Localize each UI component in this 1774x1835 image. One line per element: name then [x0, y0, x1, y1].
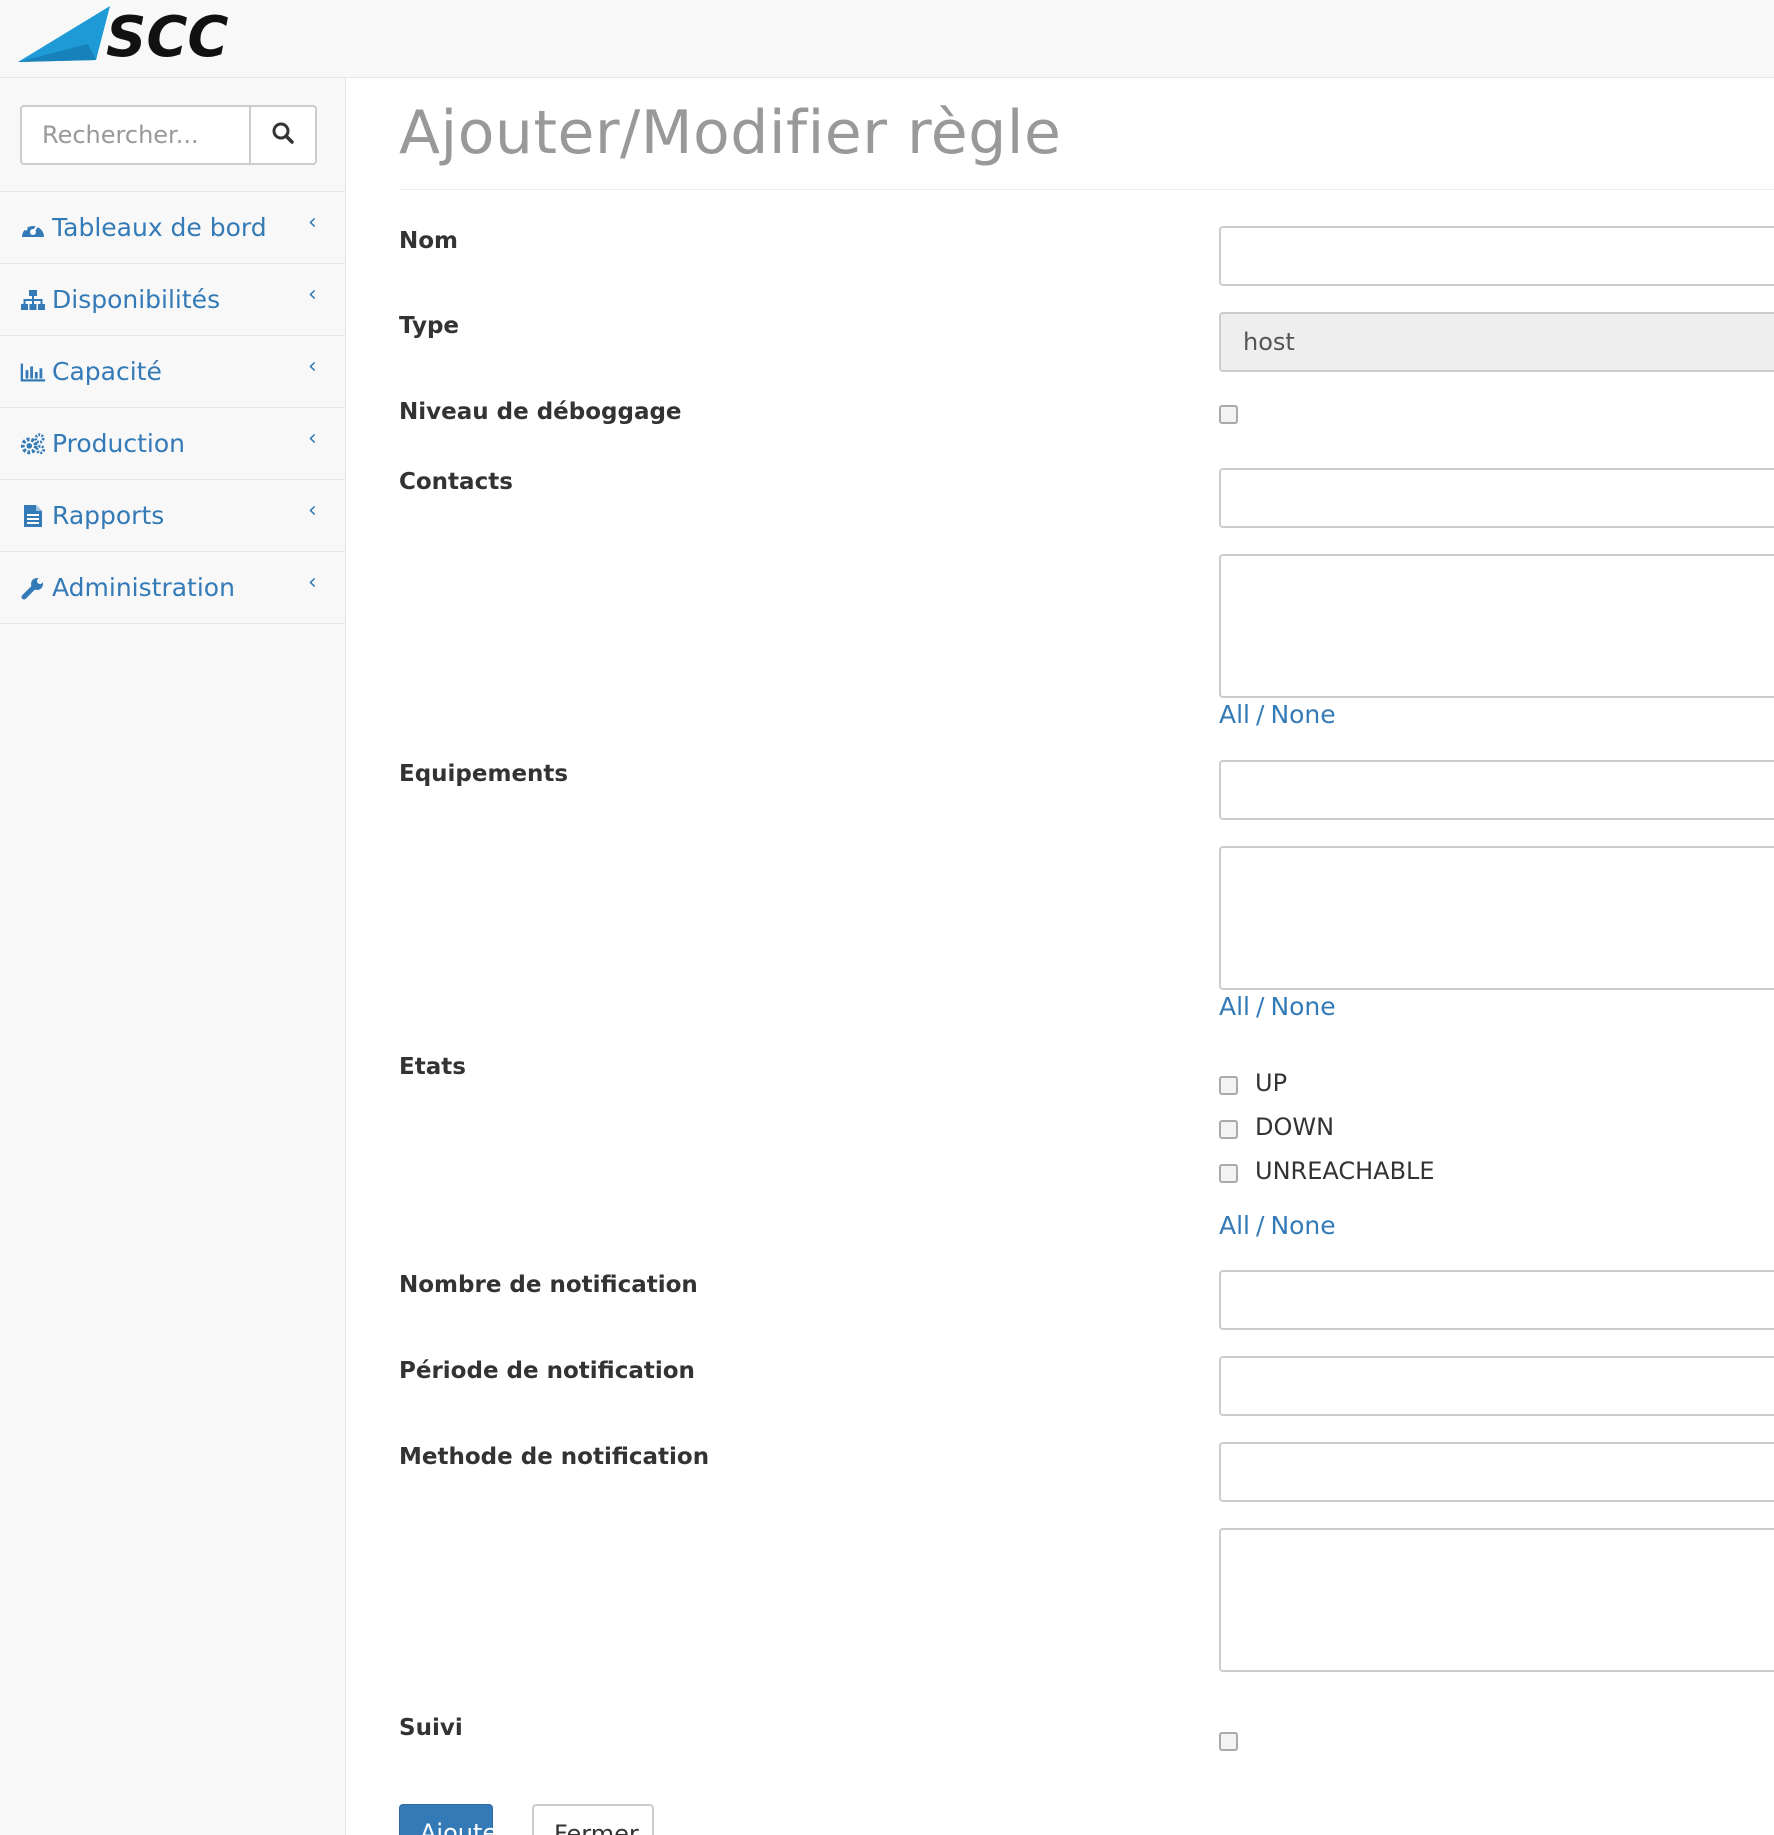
- chevron-left-icon: ‹: [308, 210, 317, 235]
- etat-down-checkbox[interactable]: [1219, 1120, 1238, 1139]
- contacts-none-link[interactable]: None: [1270, 700, 1335, 729]
- wrench-icon: [20, 575, 46, 601]
- sidebar-item-label: Production: [52, 429, 186, 458]
- suivi-checkbox[interactable]: [1219, 1732, 1238, 1751]
- chevron-left-icon: ‹: [308, 354, 317, 379]
- sidebar-item-disponibilites[interactable]: Disponibilités ‹: [0, 264, 345, 336]
- methode-notification-label: Methode de notification: [399, 1444, 710, 1470]
- periode-notification-input[interactable]: [1219, 1356, 1774, 1416]
- contacts-filter-input[interactable]: [1219, 468, 1774, 528]
- etat-up-label: UP: [1255, 1069, 1288, 1097]
- chevron-left-icon: ‹: [308, 498, 317, 523]
- sitemap-icon: [20, 287, 46, 313]
- chevron-left-icon: ‹: [308, 570, 317, 595]
- methode-notification-select[interactable]: [1219, 1528, 1774, 1672]
- separator: /: [1256, 992, 1265, 1021]
- etat-down-label: DOWN: [1255, 1113, 1335, 1141]
- sidebar-item-label: Disponibilités: [52, 285, 221, 314]
- sidebar-item-administration[interactable]: Administration ‹: [0, 552, 345, 624]
- contacts-select[interactable]: [1219, 554, 1774, 698]
- periode-notification-label: Période de notification: [399, 1358, 695, 1384]
- page-title: Ajouter/Modifier règle: [399, 98, 1062, 168]
- cogs-icon: [20, 431, 46, 457]
- etat-unreachable-checkbox[interactable]: [1219, 1164, 1238, 1183]
- contacts-all-link[interactable]: All: [1219, 700, 1250, 729]
- logo-text: SCC: [106, 5, 229, 68]
- sidebar-item-tableaux-de-bord[interactable]: Tableaux de bord ‹: [0, 192, 345, 264]
- contacts-all-none: All / None: [1219, 700, 1336, 729]
- sidebar: Tableaux de bord ‹ Disponibilités ‹ Capa…: [0, 78, 346, 1835]
- etats-label: Etats: [399, 1054, 466, 1080]
- dashboard-icon: [20, 215, 46, 241]
- scc-logo[interactable]: SCC: [18, 4, 288, 70]
- main-content: Ajouter/Modifier règle Nom Type host Niv…: [346, 78, 1774, 1835]
- sidebar-item-label: Administration: [52, 573, 235, 602]
- etats-all-link[interactable]: All: [1219, 1211, 1250, 1240]
- sidebar-search: [20, 105, 317, 165]
- search-input[interactable]: [20, 105, 250, 165]
- chevron-left-icon: ‹: [308, 282, 317, 307]
- separator: /: [1256, 1211, 1265, 1240]
- etat-unreachable-label: UNREACHABLE: [1255, 1157, 1435, 1185]
- etat-up-checkbox[interactable]: [1219, 1076, 1238, 1095]
- equipements-select[interactable]: [1219, 846, 1774, 990]
- debug-label: Niveau de déboggage: [399, 399, 682, 425]
- sidebar-item-production[interactable]: Production ‹: [0, 408, 345, 480]
- sidebar-item-label: Rapports: [52, 501, 165, 530]
- search-button[interactable]: [250, 105, 317, 165]
- sidebar-item-label: Tableaux de bord: [52, 213, 267, 242]
- nombre-notification-label: Nombre de notification: [399, 1272, 698, 1298]
- ajouter-button[interactable]: Ajouter: [399, 1804, 507, 1835]
- chevron-left-icon: ‹: [308, 426, 317, 451]
- debug-checkbox[interactable]: [1219, 405, 1238, 424]
- sidebar-nav: Tableaux de bord ‹ Disponibilités ‹ Capa…: [0, 191, 345, 624]
- equipements-label: Equipements: [399, 761, 569, 787]
- equipements-none-link[interactable]: None: [1270, 992, 1335, 1021]
- file-text-icon: [20, 503, 46, 529]
- equipements-filter-input[interactable]: [1219, 760, 1774, 820]
- fermer-button[interactable]: Fermer: [532, 1804, 654, 1835]
- separator: /: [1256, 700, 1265, 729]
- methode-notification-input[interactable]: [1219, 1442, 1774, 1502]
- bar-chart-icon: [20, 359, 46, 385]
- contacts-label: Contacts: [399, 469, 513, 495]
- nom-input[interactable]: [1219, 226, 1774, 286]
- equipements-all-none: All / None: [1219, 992, 1336, 1021]
- type-field[interactable]: host: [1219, 312, 1774, 372]
- nom-label: Nom: [399, 228, 459, 254]
- top-navbar: SCC: [0, 0, 1774, 78]
- sidebar-item-label: Capacité: [52, 357, 162, 386]
- title-divider: [399, 189, 1774, 190]
- suivi-label: Suivi: [399, 1715, 463, 1741]
- nombre-notification-input[interactable]: [1219, 1270, 1774, 1330]
- etats-all-none: All / None: [1219, 1211, 1336, 1240]
- type-value: host: [1243, 328, 1295, 356]
- search-icon: [271, 121, 295, 149]
- type-label: Type: [399, 313, 460, 339]
- sidebar-item-rapports[interactable]: Rapports ‹: [0, 480, 345, 552]
- sidebar-item-capacite[interactable]: Capacité ‹: [0, 336, 345, 408]
- equipements-all-link[interactable]: All: [1219, 992, 1250, 1021]
- etats-none-link[interactable]: None: [1270, 1211, 1335, 1240]
